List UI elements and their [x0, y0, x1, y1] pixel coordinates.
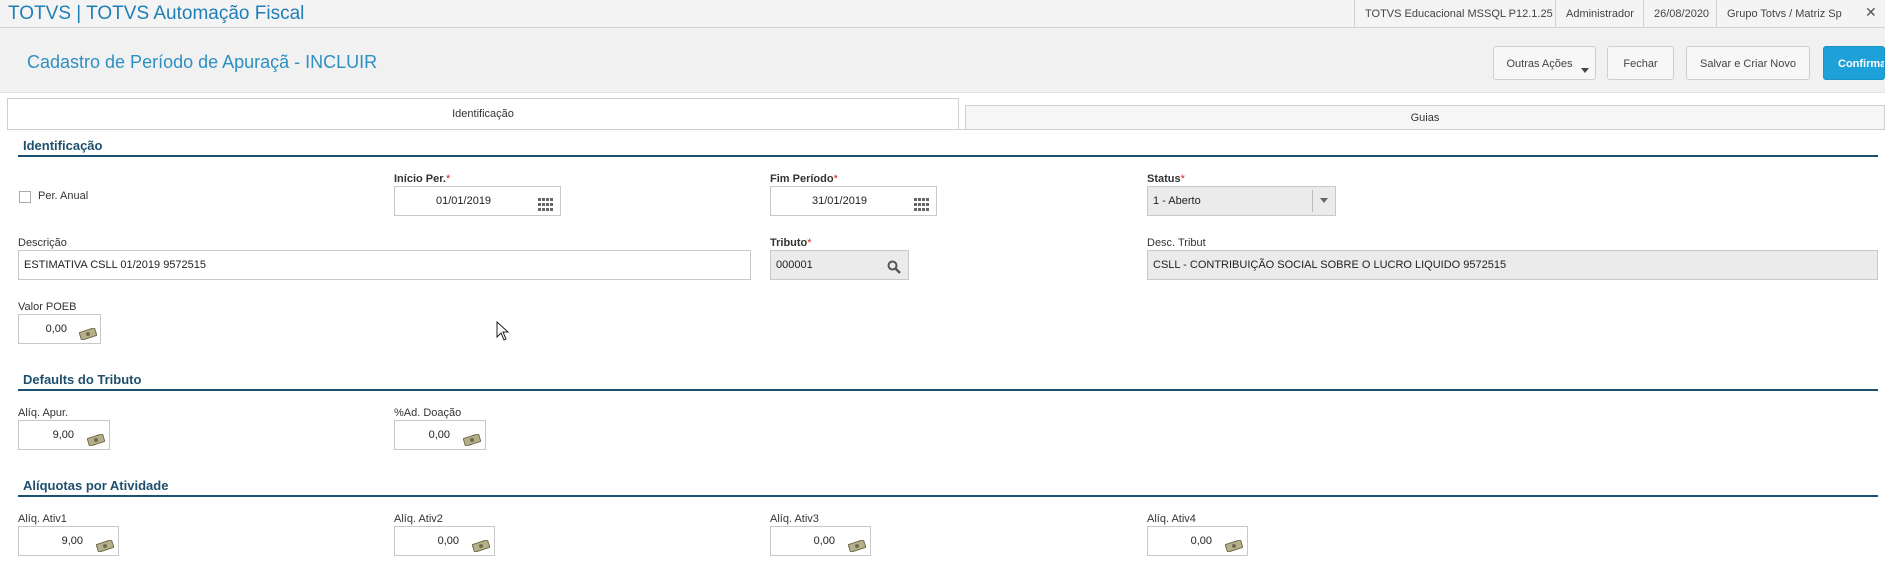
aliq-ativ1-value: 9,00	[61, 535, 83, 547]
money-icon[interactable]	[847, 535, 867, 563]
ad-doacao-value: 0,00	[428, 429, 450, 441]
valor-poeb-label: Valor POEB	[18, 301, 77, 313]
descricao-input[interactable]: ESTIMATIVA CSLL 01/2019 9572515	[18, 250, 751, 280]
money-icon[interactable]	[471, 535, 491, 563]
app-title: TOTVS | TOTVS Automação Fiscal	[8, 3, 305, 24]
aliq-ativ1-field[interactable]: 9,00	[18, 526, 119, 556]
ad-doacao-label: %Ad. Doação	[394, 407, 462, 419]
save-and-new-button[interactable]: Salvar e Criar Novo	[1686, 46, 1810, 80]
section-divider	[18, 495, 1878, 497]
calendar-icon[interactable]	[914, 194, 929, 222]
other-actions-label: Outras Ações	[1506, 58, 1573, 70]
desc-tribut-value: CSLL - CONTRIBUIÇÃO SOCIAL SOBRE O LUCRO…	[1153, 259, 1507, 271]
aliq-apur-label: Alíq. Apur.	[18, 407, 69, 419]
confirm-button[interactable]: Confirmar	[1823, 46, 1885, 80]
tributo-label: Tributo*	[770, 237, 812, 249]
tributo-value: 000001	[776, 259, 813, 271]
aliq-ativ3-field[interactable]: 0,00	[770, 526, 871, 556]
inicio-per-value: 01/01/2019	[436, 195, 492, 207]
valor-poeb-value: 0,00	[45, 323, 67, 335]
money-icon[interactable]	[462, 429, 482, 457]
tab-guias[interactable]: Guias	[965, 105, 1885, 130]
desc-tribut-field: CSLL - CONTRIBUIÇÃO SOCIAL SOBRE O LUCRO…	[1147, 250, 1878, 280]
tributo-field[interactable]: 000001	[770, 250, 909, 280]
chevron-down-icon	[1581, 68, 1589, 73]
money-icon[interactable]	[86, 429, 106, 457]
aliq-apur-value: 9,00	[52, 429, 74, 441]
valor-poeb-field[interactable]: 0,00	[18, 314, 101, 344]
money-icon[interactable]	[95, 535, 115, 563]
inicio-per-field[interactable]: 01/01/2019	[394, 186, 561, 216]
search-icon[interactable]	[887, 257, 901, 285]
mouse-cursor-icon	[496, 320, 510, 344]
tab-identificacao[interactable]: Identificação	[7, 98, 959, 129]
section-title-defaults: Defaults do Tributo	[23, 372, 142, 387]
close-button[interactable]: Fechar	[1607, 46, 1674, 80]
select-divider	[1312, 190, 1313, 212]
inicio-per-label: Início Per.*	[394, 173, 451, 185]
fim-periodo-value: 31/01/2019	[812, 195, 868, 207]
chevron-down-icon[interactable]	[1320, 198, 1328, 203]
aliq-apur-field[interactable]: 9,00	[18, 420, 110, 450]
status-select[interactable]: 1 - Aberto	[1147, 186, 1336, 216]
user-name[interactable]: Administrador	[1555, 0, 1644, 27]
section-divider	[18, 389, 1878, 391]
fim-periodo-label: Fim Período*	[770, 173, 838, 185]
aliq-ativ2-value: 0,00	[437, 535, 459, 547]
status-label: Status*	[1147, 173, 1185, 185]
per-anual-label: Per. Anual	[38, 190, 89, 202]
desc-tribut-label: Desc. Tribut	[1147, 237, 1206, 249]
per-anual-checkbox[interactable]	[19, 191, 31, 203]
ad-doacao-field[interactable]: 0,00	[394, 420, 486, 450]
section-divider	[18, 155, 1878, 157]
aliq-ativ3-value: 0,00	[813, 535, 835, 547]
aliq-ativ2-label: Alíq. Ativ2	[394, 513, 443, 525]
status-value: 1 - Aberto	[1153, 195, 1201, 207]
aliq-ativ4-label: Alíq. Ativ4	[1147, 513, 1196, 525]
system-date: 26/08/2020	[1643, 0, 1719, 27]
tab-divider	[7, 129, 1885, 130]
money-icon[interactable]	[78, 323, 98, 351]
other-actions-button[interactable]: Outras Ações	[1493, 46, 1596, 80]
fim-periodo-field[interactable]: 31/01/2019	[770, 186, 937, 216]
top-bar: TOTVS | TOTVS Automação Fiscal TOTVS Edu…	[0, 0, 1885, 28]
descricao-label: Descrição	[18, 237, 67, 249]
aliq-ativ2-field[interactable]: 0,00	[394, 526, 495, 556]
company-branch[interactable]: Grupo Totvs / Matriz Sp	[1716, 0, 1852, 27]
aliq-ativ3-label: Alíq. Ativ3	[770, 513, 819, 525]
aliq-ativ4-value: 0,00	[1190, 535, 1212, 547]
system-version: TOTVS Educacional MSSQL P12.1.25	[1354, 0, 1563, 27]
close-icon[interactable]: ✕	[1865, 4, 1877, 21]
section-title-aliquotas: Alíquotas por Atividade	[23, 478, 169, 493]
page-title: Cadastro de Período de Apuraçã - INCLUIR	[27, 52, 378, 72]
money-icon[interactable]	[1224, 535, 1244, 563]
descricao-value: ESTIMATIVA CSLL 01/2019 9572515	[24, 259, 207, 271]
page-header: Cadastro de Período de Apuraçã - INCLUIR…	[0, 28, 1885, 93]
aliq-ativ1-label: Alíq. Ativ1	[18, 513, 67, 525]
calendar-icon[interactable]	[538, 194, 553, 222]
section-title-identificacao: Identificação	[23, 138, 103, 153]
aliq-ativ4-field[interactable]: 0,00	[1147, 526, 1248, 556]
